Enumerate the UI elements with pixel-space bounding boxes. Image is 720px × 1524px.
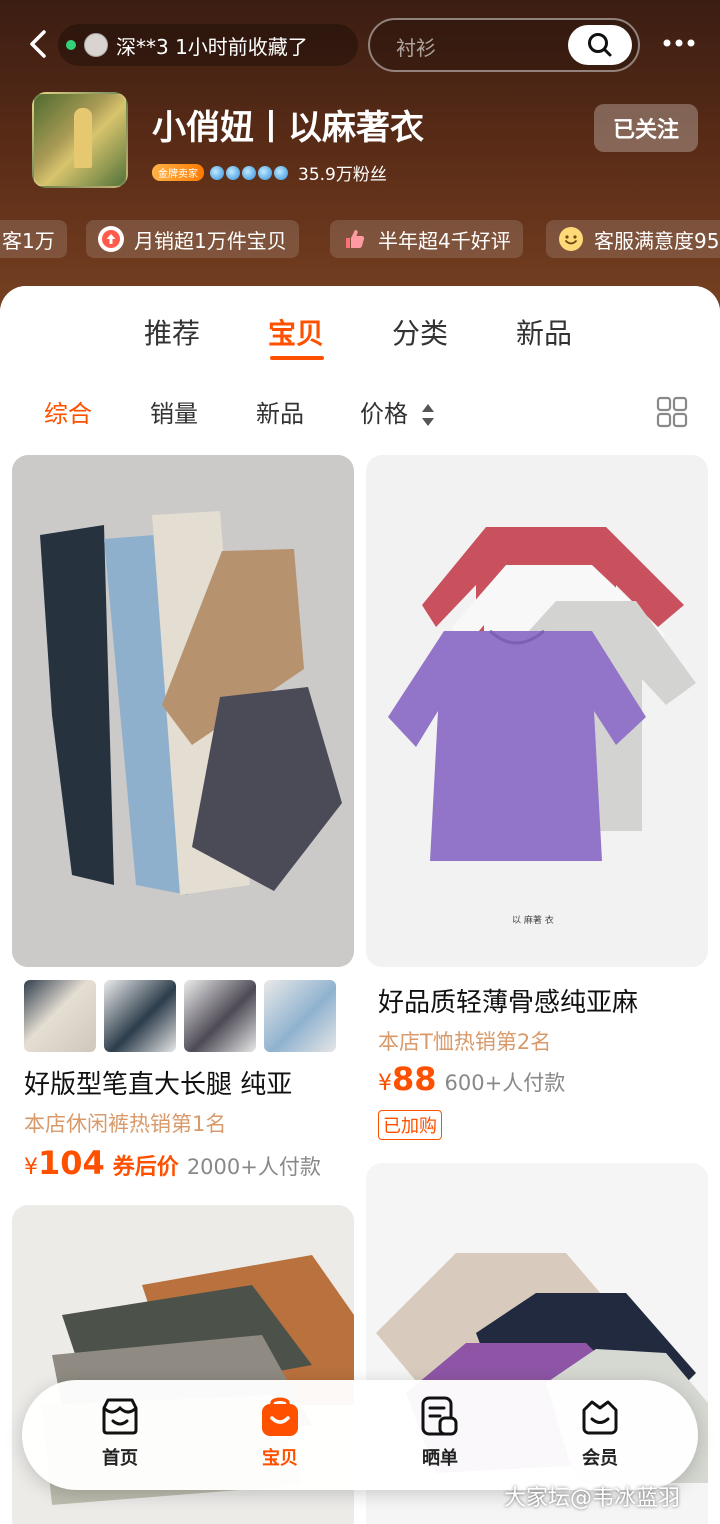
content-panel: 推荐 宝贝 分类 新品 综合 销量 新品 价格 好版型笔直大长腿 纯亚 本店休闲…	[0, 286, 720, 1524]
back-icon[interactable]	[22, 26, 58, 62]
fan-count: 35.9万粉丝	[298, 165, 387, 185]
tab-category[interactable]: 分类	[392, 312, 448, 352]
tab-recommend[interactable]: 推荐	[144, 312, 200, 352]
review-icon	[418, 1394, 462, 1438]
nav-label: 宝贝	[262, 1448, 298, 1469]
highlight-label: 半年超4千好评	[378, 228, 511, 253]
sort-price-label: 价格	[360, 400, 408, 428]
added-to-cart-tag: 已加购	[378, 1110, 442, 1140]
highlight-label: 客1万	[2, 228, 55, 253]
product-title[interactable]: 好品质轻薄骨感纯亚麻	[378, 982, 638, 1019]
highlight-chip[interactable]: 半年超4千好评	[330, 220, 523, 258]
product-price-row: ¥ 104 券后价 2000+人付款	[24, 1144, 321, 1182]
nav-item-member[interactable]: 会员	[560, 1394, 640, 1470]
product-title[interactable]: 好版型笔直大长腿 纯亚	[24, 1064, 292, 1101]
product-card[interactable]	[12, 455, 354, 995]
thumbnail-image[interactable]	[184, 980, 256, 1052]
shop-name[interactable]: 小俏妞丨以麻著衣	[152, 100, 424, 149]
highlight-label: 客服满意度95	[594, 228, 720, 253]
shop-badges: 金牌卖家 35.9万粉丝	[152, 160, 387, 185]
crown-level-icon	[210, 165, 288, 180]
thumbnail-image[interactable]	[264, 980, 336, 1052]
watermark-text: 大家坛@韦冰蓝羽	[504, 1486, 681, 1511]
thumbnail-image[interactable]	[24, 980, 96, 1052]
product-card[interactable]: 以 麻著 衣	[366, 455, 708, 967]
search-placeholder: 衬衫	[396, 36, 436, 60]
coupon-price-label: 券后价	[112, 1155, 179, 1180]
shop-highlights: 客1万 月销超1万件宝贝 半年超4千好评 客服满意度95	[0, 220, 720, 258]
product-price: 104	[38, 1144, 105, 1182]
sort-price[interactable]: 价格	[360, 394, 436, 429]
sort-comprehensive[interactable]: 综合	[44, 394, 92, 429]
shop-avatar[interactable]	[32, 92, 128, 188]
grid-view-icon[interactable]	[656, 396, 688, 428]
highlight-chip[interactable]: 客1万	[0, 220, 67, 258]
member-icon	[578, 1394, 622, 1438]
product-thumbnails	[24, 980, 336, 1052]
search-button[interactable]	[568, 25, 632, 65]
main-tabs: 推荐 宝贝 分类 新品	[0, 312, 720, 362]
sort-new[interactable]: 新品	[256, 394, 304, 429]
smile-icon	[558, 226, 584, 252]
active-tab-indicator	[270, 356, 324, 360]
top-bar: 深**3 1小时前收藏了 衬衫	[0, 18, 720, 72]
follow-button[interactable]: 已关注	[594, 104, 698, 152]
online-dot-icon	[66, 40, 76, 50]
thumbs-up-icon	[342, 226, 368, 252]
highlight-chip[interactable]: 月销超1万件宝贝	[86, 220, 299, 258]
search-icon	[588, 33, 612, 57]
product-rank: 本店休闲裤热销第1名	[24, 1112, 227, 1136]
tab-area: 推荐 宝贝 分类 新品 综合 销量 新品 价格	[0, 286, 720, 436]
bottom-nav: 首页 宝贝 晒单 会员	[22, 1380, 698, 1490]
highlight-chip[interactable]: 客服满意度95	[546, 220, 720, 258]
sort-bar: 综合 销量 新品 价格	[0, 394, 720, 430]
notice-text: 深**3 1小时前收藏了	[116, 34, 308, 59]
thumbnail-image[interactable]	[104, 980, 176, 1052]
product-price-row: ¥ 88 600+人付款	[378, 1060, 565, 1098]
gold-seller-badge: 金牌卖家	[152, 164, 204, 181]
avatar	[84, 33, 108, 57]
product-image-logo: 以 麻著 衣	[512, 914, 554, 926]
activity-notice[interactable]: 深**3 1小时前收藏了	[58, 24, 358, 66]
sales-count: 600+人付款	[444, 1071, 566, 1095]
currency-symbol: ¥	[378, 1071, 392, 1096]
nav-label: 首页	[102, 1448, 138, 1469]
currency-symbol: ¥	[24, 1155, 38, 1180]
up-arrow-icon	[98, 226, 124, 252]
home-icon	[98, 1394, 142, 1438]
nav-label: 会员	[582, 1448, 618, 1469]
more-icon[interactable]	[660, 28, 700, 64]
search-input[interactable]: 衬衫	[368, 18, 640, 72]
nav-item-reviews[interactable]: 晒单	[400, 1394, 480, 1470]
nav-item-products[interactable]: 宝贝	[240, 1394, 320, 1470]
sort-sales[interactable]: 销量	[150, 394, 198, 429]
highlight-label: 月销超1万件宝贝	[134, 228, 287, 253]
bag-icon	[258, 1394, 302, 1438]
product-image-tshirts[interactable]: 以 麻著 衣	[366, 455, 708, 967]
sales-count: 2000+人付款	[186, 1155, 321, 1179]
sort-arrows-icon	[420, 402, 436, 429]
product-price: 88	[392, 1060, 437, 1098]
nav-label: 晒单	[422, 1448, 458, 1469]
tab-products[interactable]: 宝贝	[268, 312, 324, 352]
nav-item-home[interactable]: 首页	[80, 1394, 160, 1470]
product-image-pants[interactable]	[12, 455, 354, 967]
shop-header: 深**3 1小时前收藏了 衬衫 小俏妞丨以麻著衣 金牌卖家 35.9万粉丝 已关…	[0, 0, 720, 330]
product-rank: 本店T恤热销第2名	[378, 1030, 552, 1054]
tab-new[interactable]: 新品	[516, 312, 572, 352]
